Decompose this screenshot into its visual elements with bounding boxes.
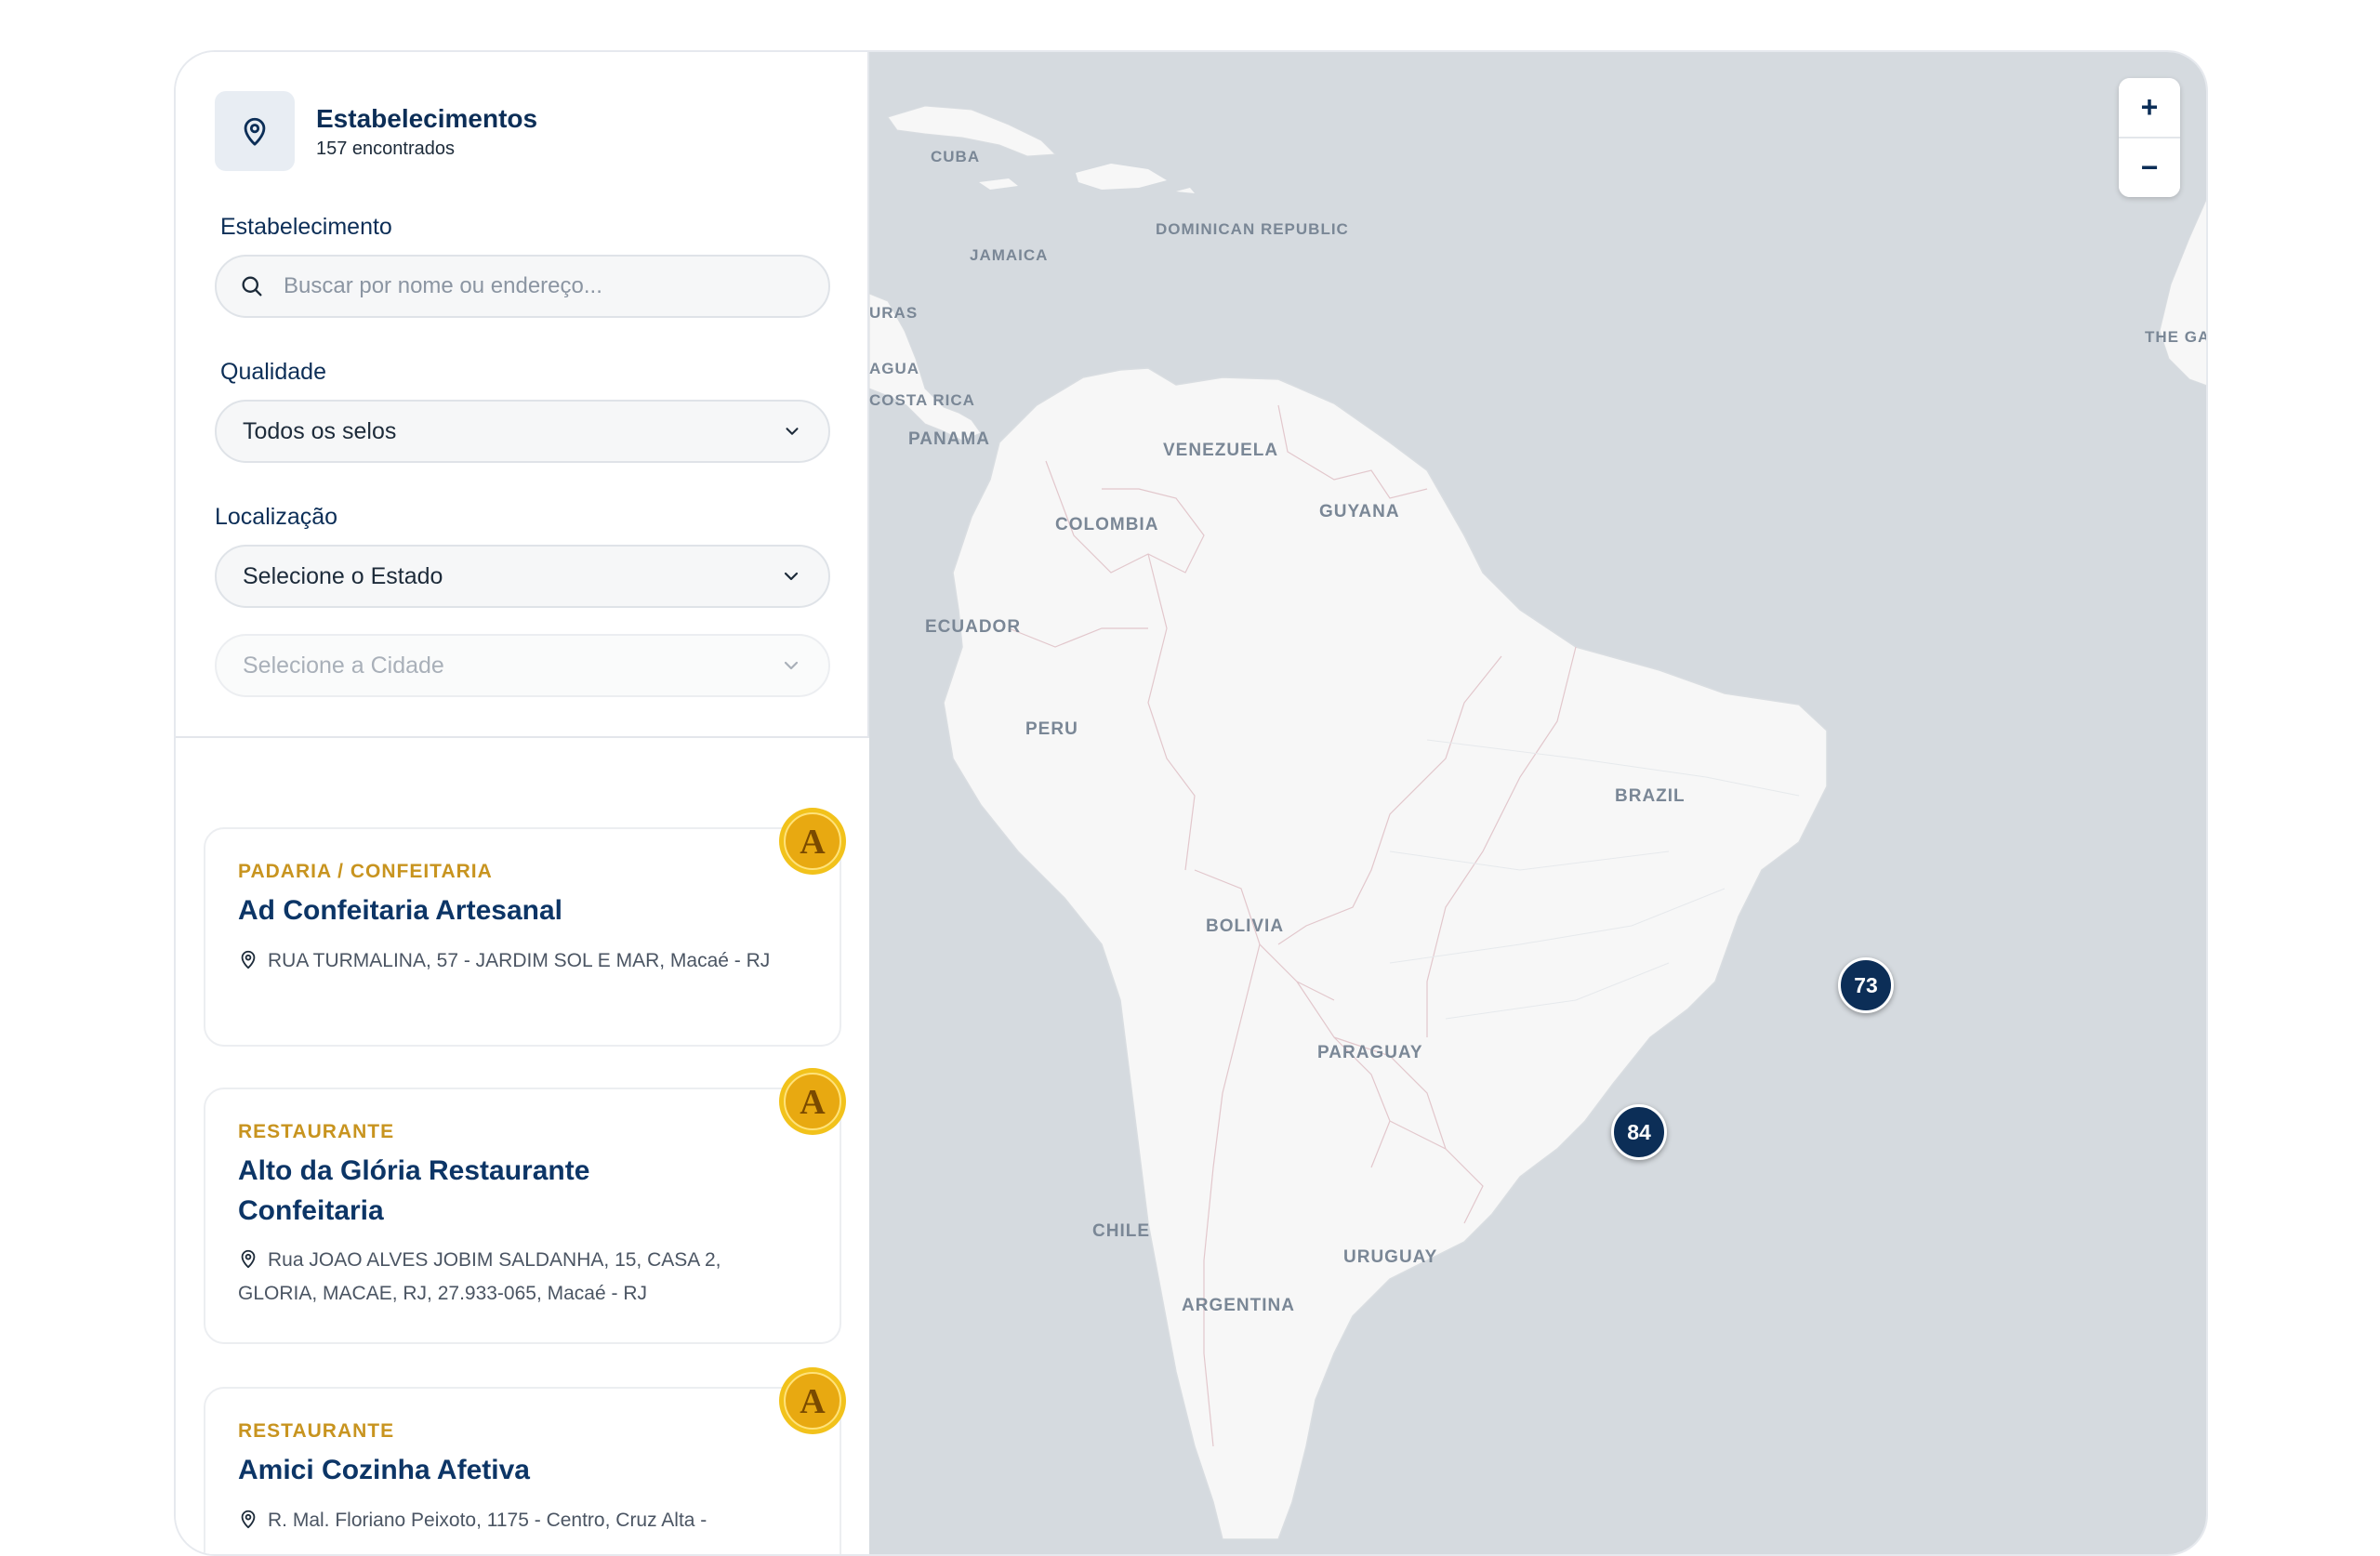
quality-select-value: Todos os selos xyxy=(243,417,397,444)
card-address-text: RUA TURMALINA, 57 - JARDIM SOL E MAR, Ma… xyxy=(268,950,771,971)
quality-select[interactable]: Todos os selos xyxy=(215,400,830,463)
state-select[interactable]: Selecione o Estado xyxy=(215,545,830,608)
map-label-chile: CHILE xyxy=(1092,1221,1150,1241)
page-title: Estabelecimentos xyxy=(316,103,538,133)
search-field[interactable] xyxy=(215,255,830,318)
card-name[interactable]: Ad Confeitaria Artesanal xyxy=(238,890,759,930)
zoom-out-button[interactable]: − xyxy=(2119,138,2180,197)
card-address-text: R. Mal. Floriano Peixoto, 1175 - Centro,… xyxy=(268,1510,707,1531)
map-geography xyxy=(869,105,2206,1539)
map-label-paraguay: PARAGUAY xyxy=(1317,1043,1423,1062)
search-input[interactable] xyxy=(284,273,804,299)
map-label-costa-rica: COSTA RICA xyxy=(869,391,975,409)
location-pin-icon xyxy=(241,1510,256,1529)
map-label-dominican-republic: DOMINICAN REPUBLIC xyxy=(1156,220,1349,238)
chevron-down-icon xyxy=(784,572,799,581)
search-label: Estabelecimento xyxy=(220,214,392,240)
chevron-down-icon xyxy=(786,428,799,435)
map-label-brazil: BRAZIL xyxy=(1615,786,1686,806)
sidebar: Estabelecimentos 157 encontrados Estabel… xyxy=(176,52,869,1554)
map-label-venezuela: VENEZUELA xyxy=(1163,441,1279,460)
map-label-uruguay: URUGUAY xyxy=(1343,1247,1438,1267)
svg-text:A: A xyxy=(800,823,826,862)
card-address-text: Rua JOAO ALVES JOBIM SALDANHA, 15, CASA … xyxy=(238,1249,721,1304)
establishment-card[interactable]: RESTAURANTE Amici Cozinha Afetiva R. Mal… xyxy=(204,1387,841,1554)
map-label-argentina: ARGENTINA xyxy=(1182,1296,1295,1315)
location-pin-icon xyxy=(215,91,295,171)
map-label-honduras: URAS xyxy=(869,304,919,322)
map-label-colombia: COLOMBIA xyxy=(1055,515,1159,534)
map-label-peru: PERU xyxy=(1025,719,1078,739)
location-pin-icon xyxy=(241,1249,256,1269)
map-label-guyana: GUYANA xyxy=(1319,502,1400,521)
city-select[interactable]: Selecione a Cidade xyxy=(215,634,830,697)
search-icon xyxy=(242,276,262,297)
map[interactable]: CUBA DOMINICAN REPUBLIC JAMAICA URAS AGU… xyxy=(869,52,2208,1554)
map-label-panama: PANAMA xyxy=(908,429,990,449)
results-count: 157 encontrados xyxy=(316,138,456,159)
zoom-in-button[interactable]: + xyxy=(2119,78,2180,137)
map-cluster-marker[interactable]: 73 xyxy=(1838,957,1894,1013)
map-label-jamaica: JAMAICA xyxy=(970,246,1049,264)
quality-label: Qualidade xyxy=(220,359,326,385)
svg-text:A: A xyxy=(800,1083,826,1122)
quality-seal-a-icon: A xyxy=(779,1367,846,1434)
app-card: Estabelecimentos 157 encontrados Estabel… xyxy=(174,50,2208,1556)
state-select-value: Selecione o Estado xyxy=(243,562,443,589)
city-select-value: Selecione a Cidade xyxy=(243,652,444,679)
map-label-nicaragua: AGUA xyxy=(869,360,920,377)
card-address: R. Mal. Floriano Peixoto, 1175 - Centro,… xyxy=(238,1504,796,1537)
establishment-card[interactable]: RESTAURANTE Alto da Glória Restaurante C… xyxy=(204,1088,841,1344)
card-name[interactable]: Alto da Glória Restaurante Confeitaria xyxy=(238,1151,666,1231)
card-category: RESTAURANTE xyxy=(238,1420,395,1442)
quality-seal-a-icon: A xyxy=(779,808,846,875)
card-address: RUA TURMALINA, 57 - JARDIM SOL E MAR, Ma… xyxy=(238,944,796,978)
sidebar-header: Estabelecimentos 157 encontrados xyxy=(215,91,537,171)
location-label: Localização xyxy=(215,504,338,530)
location-pin-icon xyxy=(241,950,256,969)
map-label-gambia: THE GAMB GUINE BISSA xyxy=(2145,328,2208,346)
zoom-control: + − xyxy=(2119,78,2180,197)
establishment-list: PADARIA / CONFEITARIA Ad Confeitaria Art… xyxy=(176,738,869,1554)
card-address: Rua JOAO ALVES JOBIM SALDANHA, 15, CASA … xyxy=(238,1244,787,1311)
svg-text:A: A xyxy=(800,1382,826,1421)
map-label-bolivia: BOLIVIA xyxy=(1206,916,1285,936)
card-category: RESTAURANTE xyxy=(238,1121,395,1142)
map-label-cuba: CUBA xyxy=(931,148,981,165)
establishment-card[interactable]: PADARIA / CONFEITARIA Ad Confeitaria Art… xyxy=(204,827,841,1047)
chevron-down-icon xyxy=(784,661,799,670)
card-category: PADARIA / CONFEITARIA xyxy=(238,861,493,882)
map-cluster-marker[interactable]: 84 xyxy=(1611,1104,1667,1160)
quality-seal-a-icon: A xyxy=(779,1068,846,1135)
map-label-ecuador: ECUADOR xyxy=(925,617,1022,637)
card-name[interactable]: Amici Cozinha Afetiva xyxy=(238,1450,759,1490)
